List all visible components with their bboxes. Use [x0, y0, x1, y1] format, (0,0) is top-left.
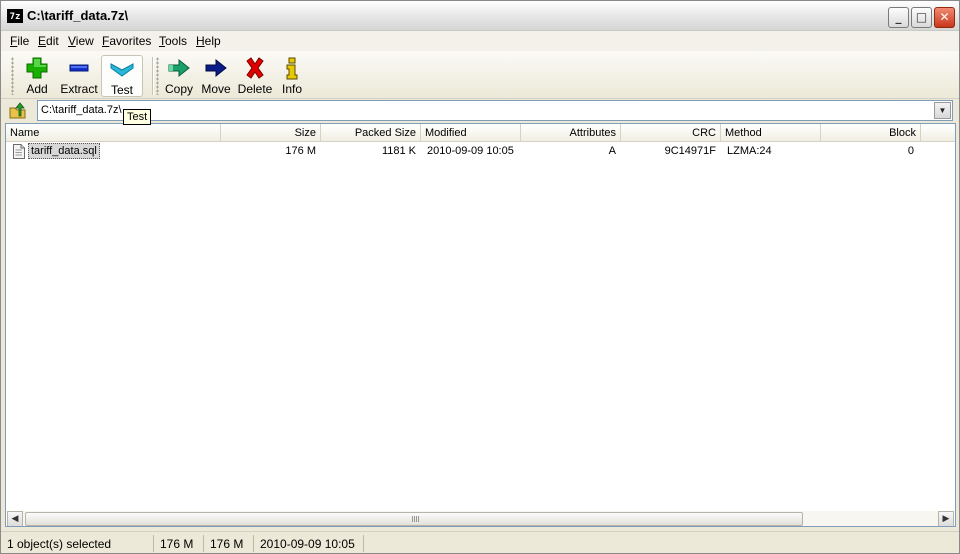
- folder-up-icon[interactable]: [9, 102, 27, 120]
- file-size: 176 M: [285, 145, 316, 157]
- copy-arrow-icon: [168, 58, 190, 78]
- title-bar[interactable]: 7z C:\tariff_data.7z\ _ □ ✕: [1, 1, 959, 31]
- menu-file[interactable]: File: [10, 34, 29, 48]
- status-modified: 2010-09-09 10:05: [254, 535, 364, 552]
- move-label: Move: [201, 82, 231, 96]
- minus-icon: [69, 64, 89, 72]
- status-size: 176 M: [154, 535, 204, 552]
- extract-label: Extract: [60, 82, 98, 96]
- file-name[interactable]: tariff_data.sql: [28, 143, 100, 159]
- add-label: Add: [26, 82, 48, 96]
- close-button[interactable]: ✕: [934, 7, 955, 28]
- column-modified[interactable]: Modified: [421, 124, 521, 142]
- copy-button[interactable]: Copy: [163, 55, 195, 97]
- column-crc[interactable]: CRC: [621, 124, 721, 142]
- toolbar-grip[interactable]: [156, 57, 159, 95]
- move-arrow-icon: [205, 58, 227, 78]
- test-button[interactable]: Test: [101, 55, 143, 97]
- menu-tools[interactable]: Tools: [159, 34, 187, 48]
- info-label: Info: [281, 82, 302, 96]
- window-title: C:\tariff_data.7z\: [27, 8, 129, 23]
- file-crc: 9C14971F: [664, 145, 716, 157]
- scroll-left-icon[interactable]: ◀: [7, 511, 23, 526]
- menu-favorites[interactable]: Favorites: [102, 34, 151, 48]
- info-i-icon: [286, 57, 298, 80]
- app-window: 7z C:\tariff_data.7z\ _ □ ✕ File Edit Vi…: [0, 0, 960, 554]
- file-icon: [13, 144, 25, 159]
- file-block: 0: [907, 145, 914, 157]
- menu-bar: File Edit View Favorites Tools Help: [1, 31, 959, 51]
- scroll-grip: [412, 516, 420, 522]
- address-input[interactable]: C:\tariff_data.7z\ ▼: [37, 100, 953, 121]
- 7zip-app-icon: 7z: [7, 9, 23, 23]
- column-name[interactable]: Name: [6, 124, 221, 142]
- menu-view[interactable]: View: [68, 34, 94, 48]
- test-chevron-icon: [110, 63, 134, 77]
- test-label: Test: [110, 83, 133, 97]
- toolbar-separator: [152, 57, 154, 95]
- extract-button[interactable]: Extract: [57, 55, 101, 97]
- horizontal-scrollbar[interactable]: ◀ ▶: [7, 511, 954, 526]
- status-total: 176 M: [204, 535, 254, 552]
- chevron-down-icon[interactable]: ▼: [934, 102, 951, 119]
- status-selected: 1 object(s) selected: [1, 535, 154, 552]
- list-item[interactable]: tariff_data.sql 176 M 1181 K 2010-09-09 …: [6, 143, 955, 160]
- delete-label: Delete: [237, 82, 273, 96]
- column-size[interactable]: Size: [221, 124, 321, 142]
- column-attributes[interactable]: Attributes: [521, 124, 621, 142]
- plus-icon: [26, 57, 48, 79]
- file-method: LZMA:24: [727, 145, 772, 157]
- delete-x-icon: [246, 57, 264, 79]
- column-method[interactable]: Method: [721, 124, 821, 142]
- maximize-button[interactable]: □: [911, 7, 932, 28]
- file-modified: 2010-09-09 10:05: [427, 145, 514, 157]
- column-packed-size[interactable]: Packed Size: [321, 124, 421, 142]
- test-tooltip: Test: [123, 109, 152, 125]
- column-block[interactable]: Block: [821, 124, 921, 142]
- toolbar: Add Extract Test Copy Move Delete Info: [1, 51, 959, 99]
- address-value: C:\tariff_data.7z\: [41, 104, 122, 116]
- menu-edit[interactable]: Edit: [38, 34, 59, 48]
- menu-help[interactable]: Help: [196, 34, 221, 48]
- minimize-button[interactable]: _: [888, 7, 909, 28]
- info-button[interactable]: Info: [279, 55, 305, 97]
- list-header: Name Size Packed Size Modified Attribute…: [6, 124, 955, 142]
- status-bar: 1 object(s) selected 176 M 176 M 2010-09…: [1, 531, 959, 553]
- scroll-thumb[interactable]: [25, 512, 803, 526]
- file-attributes: A: [608, 145, 616, 157]
- delete-button[interactable]: Delete: [237, 55, 273, 97]
- add-button[interactable]: Add: [21, 55, 53, 97]
- move-button[interactable]: Move: [199, 55, 233, 97]
- scroll-right-icon[interactable]: ▶: [938, 511, 954, 526]
- file-list[interactable]: Name Size Packed Size Modified Attribute…: [5, 123, 956, 527]
- toolbar-grip[interactable]: [11, 57, 14, 95]
- file-packed-size: 1181 K: [381, 145, 416, 157]
- copy-label: Copy: [164, 82, 193, 96]
